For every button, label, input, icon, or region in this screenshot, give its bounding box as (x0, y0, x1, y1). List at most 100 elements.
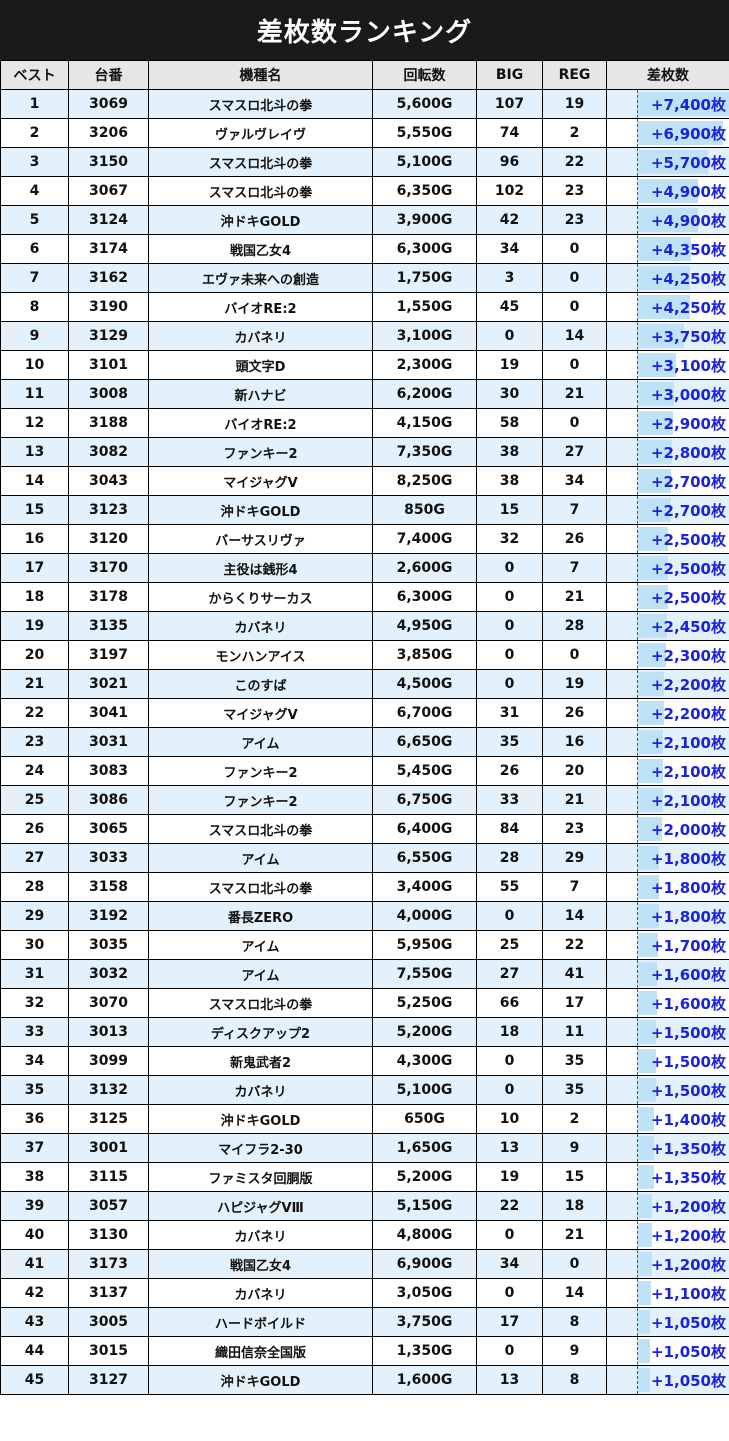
diff-bar-baseline (637, 177, 638, 205)
table-row: 41 3173 戦国乙女4 6,900G 34 0 +1,200枚 (0, 1249, 729, 1279)
diff-bar-baseline (637, 1337, 638, 1365)
rank-cell: 39 (0, 1191, 69, 1221)
spins-cell: 650G (372, 1104, 477, 1134)
diff-value: +1,200枚 (650, 1197, 726, 1216)
rank-cell: 7 (0, 263, 69, 293)
spins-cell: 4,000G (372, 901, 477, 931)
diff-value: +2,100枚 (650, 791, 726, 810)
rank-cell: 34 (0, 1046, 69, 1076)
machine-number-cell: 3129 (68, 321, 149, 351)
reg-count-cell: 8 (542, 1307, 607, 1337)
diff-value: +1,600枚 (650, 994, 726, 1013)
diff-cell: +2,200枚 (606, 669, 729, 699)
big-count-cell: 10 (476, 1104, 543, 1134)
spins-cell: 6,400G (372, 814, 477, 844)
rank-cell: 4 (0, 176, 69, 206)
model-name-cell: スマスロ北斗の拳 (148, 89, 373, 119)
table-row: 28 3158 スマスロ北斗の拳 3,400G 55 7 +1,800枚 (0, 872, 729, 902)
model-name-cell: マイジャグV (148, 698, 373, 728)
machine-number-cell: 3101 (68, 350, 149, 380)
model-name-cell: 織田信奈全国版 (148, 1336, 373, 1366)
table-row: 14 3043 マイジャグV 8,250G 38 34 +2,700枚 (0, 466, 729, 496)
spins-cell: 4,500G (372, 669, 477, 699)
diff-bar-baseline (637, 670, 638, 698)
diff-cell: +2,700枚 (606, 495, 729, 525)
diff-cell: +3,000枚 (606, 379, 729, 409)
big-count-cell: 38 (476, 437, 543, 467)
big-count-cell: 0 (476, 1278, 543, 1308)
diff-value: +1,050枚 (650, 1371, 726, 1390)
table-row: 15 3123 沖ドキGOLD 850G 15 7 +2,700枚 (0, 495, 729, 525)
rank-cell: 14 (0, 466, 69, 496)
machine-number-cell: 3120 (68, 524, 149, 554)
table-row: 40 3130 カバネリ 4,800G 0 21 +1,200枚 (0, 1220, 729, 1250)
machine-number-cell: 3001 (68, 1133, 149, 1163)
diff-bar-baseline (637, 757, 638, 785)
table-row: 37 3001 マイフラ2-30 1,650G 13 9 +1,350枚 (0, 1133, 729, 1163)
big-count-cell: 0 (476, 669, 543, 699)
big-count-cell: 0 (476, 582, 543, 612)
table-row: 18 3178 からくりサーカス 6,300G 0 21 +2,500枚 (0, 582, 729, 612)
rank-cell: 21 (0, 669, 69, 699)
diff-bar-baseline (637, 380, 638, 408)
table-row: 13 3082 ファンキー2 7,350G 38 27 +2,800枚 (0, 437, 729, 467)
machine-number-cell: 3137 (68, 1278, 149, 1308)
column-header-model: 機種名 (148, 60, 373, 90)
spins-cell: 3,050G (372, 1278, 477, 1308)
spins-cell: 5,600G (372, 89, 477, 119)
big-count-cell: 32 (476, 524, 543, 554)
rank-cell: 31 (0, 959, 69, 989)
diff-cell: +1,600枚 (606, 988, 729, 1018)
big-count-cell: 26 (476, 756, 543, 786)
machine-number-cell: 3008 (68, 379, 149, 409)
reg-count-cell: 14 (542, 1278, 607, 1308)
big-count-cell: 31 (476, 698, 543, 728)
diff-cell: +1,800枚 (606, 843, 729, 873)
diff-bar-baseline (637, 438, 638, 466)
reg-count-cell: 41 (542, 959, 607, 989)
reg-count-cell: 21 (542, 1220, 607, 1250)
ranking-table: ベスト 台番 機種名 回転数 BIG REG 差枚数 1 3069 スマスロ北斗の拳… (0, 60, 729, 1395)
rank-cell: 20 (0, 640, 69, 670)
reg-count-cell: 0 (542, 350, 607, 380)
reg-count-cell: 0 (542, 1249, 607, 1279)
spins-cell: 5,200G (372, 1017, 477, 1047)
machine-number-cell: 3123 (68, 495, 149, 525)
reg-count-cell: 7 (542, 872, 607, 902)
rank-cell: 24 (0, 756, 69, 786)
reg-count-cell: 19 (542, 89, 607, 119)
table-row: 27 3033 アイム 6,550G 28 29 +1,800枚 (0, 843, 729, 873)
reg-count-cell: 34 (542, 466, 607, 496)
diff-value: +2,700枚 (650, 501, 726, 520)
diff-value: +1,700枚 (650, 936, 726, 955)
machine-number-cell: 3015 (68, 1336, 149, 1366)
spins-cell: 3,750G (372, 1307, 477, 1337)
big-count-cell: 34 (476, 234, 543, 264)
diff-cell: +1,800枚 (606, 901, 729, 931)
big-count-cell: 22 (476, 1191, 543, 1221)
spins-cell: 7,550G (372, 959, 477, 989)
big-count-cell: 0 (476, 901, 543, 931)
rank-cell: 38 (0, 1162, 69, 1192)
machine-number-cell: 3132 (68, 1075, 149, 1105)
column-header-big: BIG (476, 60, 543, 90)
diff-bar-baseline (637, 409, 638, 437)
big-count-cell: 0 (476, 640, 543, 670)
table-row: 11 3008 新ハナビ 6,200G 30 21 +3,000枚 (0, 379, 729, 409)
table-row: 36 3125 沖ドキGOLD 650G 10 2 +1,400枚 (0, 1104, 729, 1134)
machine-number-cell: 3130 (68, 1220, 149, 1250)
big-count-cell: 42 (476, 205, 543, 235)
reg-count-cell: 21 (542, 785, 607, 815)
table-body: 1 3069 スマスロ北斗の拳 5,600G 107 19 +7,400枚 2 3206 ヴァルヴ… (0, 89, 729, 1395)
reg-count-cell: 18 (542, 1191, 607, 1221)
column-header-spins: 回転数 (372, 60, 477, 90)
diff-value: +4,900枚 (650, 211, 726, 230)
big-count-cell: 17 (476, 1307, 543, 1337)
machine-number-cell: 3188 (68, 408, 149, 438)
diff-value: +1,600枚 (650, 965, 726, 984)
diff-bar-baseline (637, 728, 638, 756)
machine-number-cell: 3124 (68, 205, 149, 235)
big-count-cell: 28 (476, 843, 543, 873)
machine-number-cell: 3173 (68, 1249, 149, 1279)
diff-value: +4,350枚 (650, 240, 726, 259)
